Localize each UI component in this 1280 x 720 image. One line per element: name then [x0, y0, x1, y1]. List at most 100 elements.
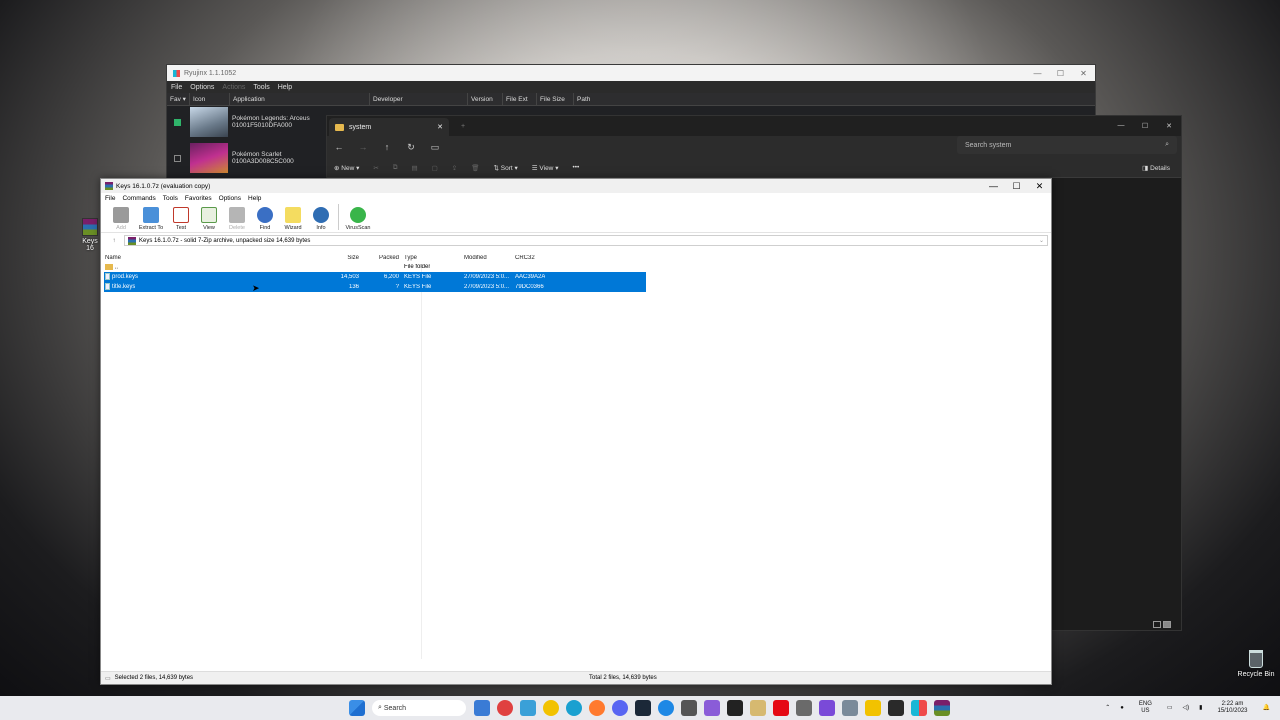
app-icon[interactable] — [818, 700, 835, 716]
close-icon[interactable]: ✕ — [1028, 181, 1051, 192]
winrar-window[interactable]: Keys 16.1.0.7z (evaluation copy) — ☐ ✕ F… — [100, 178, 1052, 685]
tray-overflow-icon[interactable]: ⌃ — [1105, 705, 1110, 712]
wizard-button[interactable]: Wizard — [279, 207, 307, 232]
menu-tools[interactable]: Tools — [249, 84, 273, 91]
app-icon[interactable] — [795, 700, 812, 716]
clock[interactable]: 2:22 am 15/10/2023 — [1212, 701, 1252, 715]
terminal-icon[interactable] — [887, 700, 904, 716]
col-crc32[interactable]: CRC32 — [515, 255, 535, 261]
edge-icon[interactable] — [519, 700, 536, 716]
col-developer[interactable]: Developer — [370, 93, 468, 105]
app-icon[interactable] — [496, 700, 513, 716]
table-row[interactable]: title.keys 136 ? KEYS File 27/09/2023 5:… — [104, 282, 646, 292]
menu-options[interactable]: Options — [186, 84, 218, 91]
menu-tools[interactable]: Tools — [159, 195, 181, 202]
refresh-icon[interactable]: ↻ — [399, 142, 423, 153]
explorer-search-input[interactable]: Search system ⌕ — [957, 136, 1177, 154]
maximize-icon[interactable]: ☐ — [1133, 122, 1157, 130]
favorite-checkbox[interactable] — [174, 118, 181, 126]
sort-button[interactable]: ⇅ Sort ▾ — [487, 164, 525, 172]
language-indicator[interactable]: ENG US — [1134, 701, 1157, 715]
menu-commands[interactable]: Commands — [118, 195, 158, 202]
minimize-icon[interactable]: — — [1026, 69, 1049, 78]
maximize-icon[interactable]: ☐ — [1005, 181, 1028, 192]
steam-icon[interactable] — [634, 700, 651, 716]
minimize-icon[interactable]: — — [1109, 122, 1133, 130]
close-tab-icon[interactable]: ✕ — [437, 123, 443, 131]
monitor-icon[interactable]: ▭ — [423, 142, 447, 153]
app-icon[interactable] — [703, 700, 720, 716]
battlenet-icon[interactable] — [657, 700, 674, 716]
start-windows-icon[interactable] — [348, 700, 365, 716]
view-toggle[interactable] — [1153, 621, 1171, 628]
winrar-titlebar[interactable]: Keys 16.1.0.7z (evaluation copy) — ☐ ✕ — [101, 179, 1051, 193]
table-row[interactable]: prod.keys 14,503 6,200 KEYS File 27/09/2… — [104, 272, 646, 282]
taskbar-search[interactable]: ⌕ Search — [372, 700, 466, 716]
winrar-taskbar-icon[interactable] — [933, 700, 950, 716]
maximize-icon[interactable]: ☐ — [1049, 69, 1072, 78]
menu-help[interactable]: Help — [274, 84, 296, 91]
col-size[interactable]: Size — [325, 255, 359, 261]
col-modified[interactable]: Modified — [464, 255, 487, 261]
archive-path-field[interactable]: Keys 16.1.0.7z - solid 7-Zip archive, un… — [124, 235, 1048, 246]
path-dropdown-icon[interactable]: ⌄ — [1039, 237, 1044, 244]
more-icon[interactable]: ••• — [565, 164, 586, 171]
edge-browser-icon[interactable] — [565, 700, 582, 716]
epic-games-icon[interactable] — [726, 700, 743, 716]
battery-icon[interactable]: ▮ — [1199, 705, 1202, 712]
app-icon[interactable] — [749, 700, 766, 716]
virusscan-button[interactable]: VirusScan — [342, 207, 374, 232]
tiles-view-icon[interactable] — [1163, 621, 1171, 628]
file-list[interactable]: Name Size Packed Type Modified CRC32 .. … — [101, 252, 1051, 671]
desktop-archive-shortcut[interactable]: Keys 16 — [78, 218, 102, 252]
col-fav[interactable]: Fav ▾ — [167, 93, 190, 105]
close-icon[interactable]: ✕ — [1157, 122, 1181, 130]
col-packed[interactable]: Packed — [363, 255, 399, 261]
up-folder-icon[interactable]: ↑ — [104, 238, 124, 244]
test-button[interactable]: Test — [167, 207, 195, 232]
recycle-bin[interactable]: Recycle Bin — [1236, 650, 1276, 678]
col-name[interactable]: Name — [105, 255, 121, 261]
col-version[interactable]: Version — [468, 93, 503, 105]
close-icon[interactable]: ✕ — [1072, 69, 1095, 78]
netflix-icon[interactable] — [772, 700, 789, 716]
network-icon[interactable]: ▭ — [1167, 705, 1173, 712]
file-explorer-icon[interactable] — [864, 700, 881, 716]
view-button[interactable]: View — [195, 207, 223, 232]
favorite-checkbox[interactable] — [174, 154, 181, 162]
task-view-icon[interactable] — [473, 700, 490, 716]
firefox-icon[interactable] — [588, 700, 605, 716]
chrome-icon[interactable] — [542, 700, 559, 716]
col-application[interactable]: Application — [230, 93, 370, 105]
menu-help[interactable]: Help — [244, 195, 264, 202]
ryujinx-titlebar[interactable]: Ryujinx 1.1.1052 — ☐ ✕ — [167, 65, 1095, 81]
new-button[interactable]: ⊕ New ▾ — [327, 164, 366, 172]
find-button[interactable]: Find — [251, 207, 279, 232]
details-view-icon[interactable] — [1153, 621, 1161, 628]
explorer-tab[interactable]: system ✕ — [329, 118, 449, 136]
menu-favorites[interactable]: Favorites — [181, 195, 215, 202]
col-path[interactable]: Path — [574, 93, 634, 105]
new-tab-icon[interactable]: + — [461, 123, 465, 130]
up-icon[interactable]: ↑ — [375, 142, 399, 152]
menu-file[interactable]: File — [167, 84, 186, 91]
settings-gear-icon[interactable] — [841, 700, 858, 716]
info-button[interactable]: Info — [307, 207, 335, 232]
col-type[interactable]: Type — [404, 255, 417, 261]
col-file-ext[interactable]: File Ext — [503, 93, 537, 105]
col-file-size[interactable]: File Size — [537, 93, 574, 105]
microphone-icon[interactable]: ● — [1120, 705, 1124, 712]
view-button[interactable]: ☰ View ▾ — [525, 164, 566, 172]
details-button[interactable]: ◨ Details — [1135, 164, 1177, 172]
back-icon[interactable]: ← — [327, 142, 351, 152]
col-icon[interactable]: Icon — [190, 93, 230, 105]
menu-options[interactable]: Options — [215, 195, 244, 202]
menu-file[interactable]: File — [101, 195, 118, 202]
extract-to-button[interactable]: Extract To — [135, 207, 167, 232]
app-icon[interactable] — [680, 700, 697, 716]
volume-icon[interactable]: ◁) — [1183, 705, 1190, 712]
ryujinx-taskbar-icon[interactable] — [910, 700, 927, 716]
notification-bell-icon[interactable]: 🔔 — [1263, 705, 1270, 712]
discord-icon[interactable] — [611, 700, 628, 716]
minimize-icon[interactable]: — — [982, 181, 1005, 192]
